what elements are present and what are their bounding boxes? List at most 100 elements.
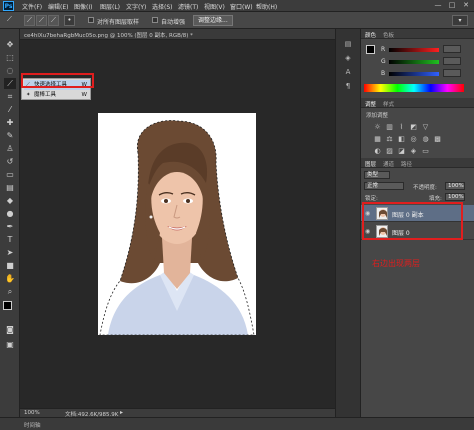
workspace-menu-icon[interactable]: ▾	[452, 15, 468, 26]
history-panel-icon[interactable]: ▤	[342, 39, 354, 50]
brightness-icon[interactable]: ☼	[373, 123, 382, 131]
selective-color-icon[interactable]: ◈	[409, 147, 418, 155]
minimize-button[interactable]: —	[432, 1, 444, 10]
menu-layer[interactable]: 图层(L)	[100, 2, 120, 11]
eraser-tool-icon[interactable]: ▭	[4, 169, 16, 180]
menu-edit[interactable]: 编辑(E)	[48, 2, 68, 11]
curves-icon[interactable]: ⌇	[397, 123, 406, 131]
blur-tool-icon[interactable]: ◆	[4, 195, 16, 206]
menu-view[interactable]: 视图(V)	[204, 2, 225, 11]
paragraph-panel-icon[interactable]: ¶	[342, 81, 354, 92]
tab-styles[interactable]: 样式	[383, 100, 394, 108]
invert-icon[interactable]: ◐	[373, 147, 382, 155]
add-selection-icon[interactable]: ⟋	[36, 15, 47, 26]
tab-channels[interactable]: 通道	[383, 160, 394, 168]
screen-mode-icon[interactable]: ▣	[4, 339, 16, 350]
color-balance-icon[interactable]: ⚖	[385, 135, 394, 143]
channel-r-input[interactable]	[443, 45, 461, 53]
levels-icon[interactable]: ▥	[385, 123, 394, 131]
marquee-tool-icon[interactable]: ⬚	[4, 52, 16, 63]
character-panel-icon[interactable]: A	[342, 67, 354, 78]
quick-select-preset-icon[interactable]: ⟋	[4, 15, 15, 26]
subtract-selection-icon[interactable]: ⟋	[48, 15, 59, 26]
threshold-icon[interactable]: ◪	[397, 147, 406, 155]
hand-tool-icon[interactable]: ✋	[4, 273, 16, 284]
menu-image[interactable]: 图像(I)	[74, 2, 92, 11]
menu-help[interactable]: 帮助(H)	[256, 2, 277, 11]
zoom-level[interactable]: 100%	[24, 410, 40, 416]
tab-paths[interactable]: 路径	[401, 160, 412, 168]
quick-selection-tool-icon[interactable]: ⟋	[4, 78, 16, 89]
auto-enhance-checkbox[interactable]	[152, 17, 158, 23]
vibrance-icon[interactable]: ▽	[421, 123, 430, 131]
annotation-text: 右边出现两层	[372, 259, 420, 268]
opacity-label: 不透明度:	[413, 185, 437, 191]
dodge-tool-icon[interactable]: ●	[4, 208, 16, 219]
document-tab[interactable]: ce4hlXu7behaRgbMuc05o.png @ 100% (图层 0 副…	[20, 29, 335, 40]
sample-all-layers-checkbox[interactable]	[88, 17, 94, 23]
new-selection-icon[interactable]: ⟋	[24, 15, 35, 26]
color-panel-tabs: 颜色 色板	[361, 29, 474, 39]
tab-color[interactable]: 颜色	[365, 31, 376, 39]
menu-filter[interactable]: 滤镜(T)	[178, 2, 198, 11]
layer-kind-label: 类型	[367, 172, 379, 178]
color-fg-swatch[interactable]	[366, 45, 375, 54]
foreground-color-swatch[interactable]	[3, 301, 12, 310]
lasso-tool-icon[interactable]: ◌	[4, 65, 16, 76]
fill-input[interactable]: 100%	[445, 193, 465, 201]
path-select-icon[interactable]: ➤	[4, 247, 16, 258]
tab-layers[interactable]: 图层	[365, 160, 376, 168]
hue-sat-icon[interactable]: ▦	[373, 135, 382, 143]
history-brush-icon[interactable]: ↺	[4, 156, 16, 167]
layers-panel-tabs: 图层 通道 路径	[361, 158, 474, 168]
channel-g-input[interactable]	[443, 57, 461, 65]
blend-mode-select[interactable]: 正常	[364, 182, 404, 190]
shape-tool-icon[interactable]: ■	[4, 260, 16, 271]
channel-mixer-icon[interactable]: ◍	[421, 135, 430, 143]
menu-file[interactable]: 文件(F)	[22, 2, 42, 11]
quick-mask-icon[interactable]: ◙	[4, 324, 16, 335]
close-button[interactable]: ✕	[460, 1, 472, 10]
photo-filter-icon[interactable]: ◎	[409, 135, 418, 143]
eyedropper-tool-icon[interactable]: ⁄	[4, 104, 16, 115]
highlight-box-tool	[21, 73, 94, 88]
menu-select[interactable]: 选择(S)	[152, 2, 173, 11]
fill-value: 100%	[448, 194, 464, 200]
gradient-map-icon[interactable]: ▭	[421, 147, 430, 155]
gradient-tool-icon[interactable]: ▤	[4, 182, 16, 193]
menu-window[interactable]: 窗口(W)	[230, 2, 253, 11]
layer-kind-filter[interactable]: 类型	[364, 171, 390, 179]
zoom-tool-icon[interactable]: ⌕	[4, 286, 16, 297]
tab-adjustments[interactable]: 调整	[365, 100, 376, 108]
clone-stamp-icon[interactable]: ♙	[4, 143, 16, 154]
exposure-icon[interactable]: ◩	[409, 123, 418, 131]
menu-type[interactable]: 文字(Y)	[126, 2, 146, 11]
black-white-icon[interactable]: ◧	[397, 135, 406, 143]
timeline-tab[interactable]: 时间轴	[24, 421, 41, 429]
channel-b-input[interactable]	[443, 69, 461, 77]
healing-brush-icon[interactable]: ✚	[4, 117, 16, 128]
flyout-magic-wand-item[interactable]: ✦ 魔棒工具 W	[24, 90, 90, 100]
color-lookup-icon[interactable]: ▩	[433, 135, 442, 143]
type-tool-icon[interactable]: T	[4, 234, 16, 245]
maximize-button[interactable]: □	[446, 1, 458, 10]
crop-tool-icon[interactable]: ⌗	[4, 91, 16, 102]
channel-r-slider[interactable]	[389, 48, 439, 52]
fill-label: 填充:	[429, 196, 442, 202]
opacity-input[interactable]: 100%	[445, 182, 465, 190]
pen-tool-icon[interactable]: ✒	[4, 221, 16, 232]
channel-b-slider[interactable]	[389, 72, 439, 76]
posterize-icon[interactable]: ▨	[385, 147, 394, 155]
channel-g-slider[interactable]	[389, 60, 439, 64]
brush-size-icon[interactable]: •	[64, 15, 75, 26]
adjust-subtitle: 添加调整	[366, 113, 389, 119]
portrait-photo[interactable]	[98, 113, 256, 336]
brush-tool-icon[interactable]: ✎	[4, 130, 16, 141]
tab-swatches[interactable]: 色板	[383, 31, 394, 39]
refine-edge-button[interactable]: 调整边缘...	[193, 15, 233, 26]
move-tool-icon[interactable]: ✥	[4, 39, 16, 50]
properties-panel-icon[interactable]: ◈	[342, 53, 354, 64]
color-spectrum-bar[interactable]	[364, 84, 464, 92]
status-arrow-icon[interactable]: ▸	[120, 409, 123, 416]
photoshop-logo: Ps	[3, 1, 14, 11]
